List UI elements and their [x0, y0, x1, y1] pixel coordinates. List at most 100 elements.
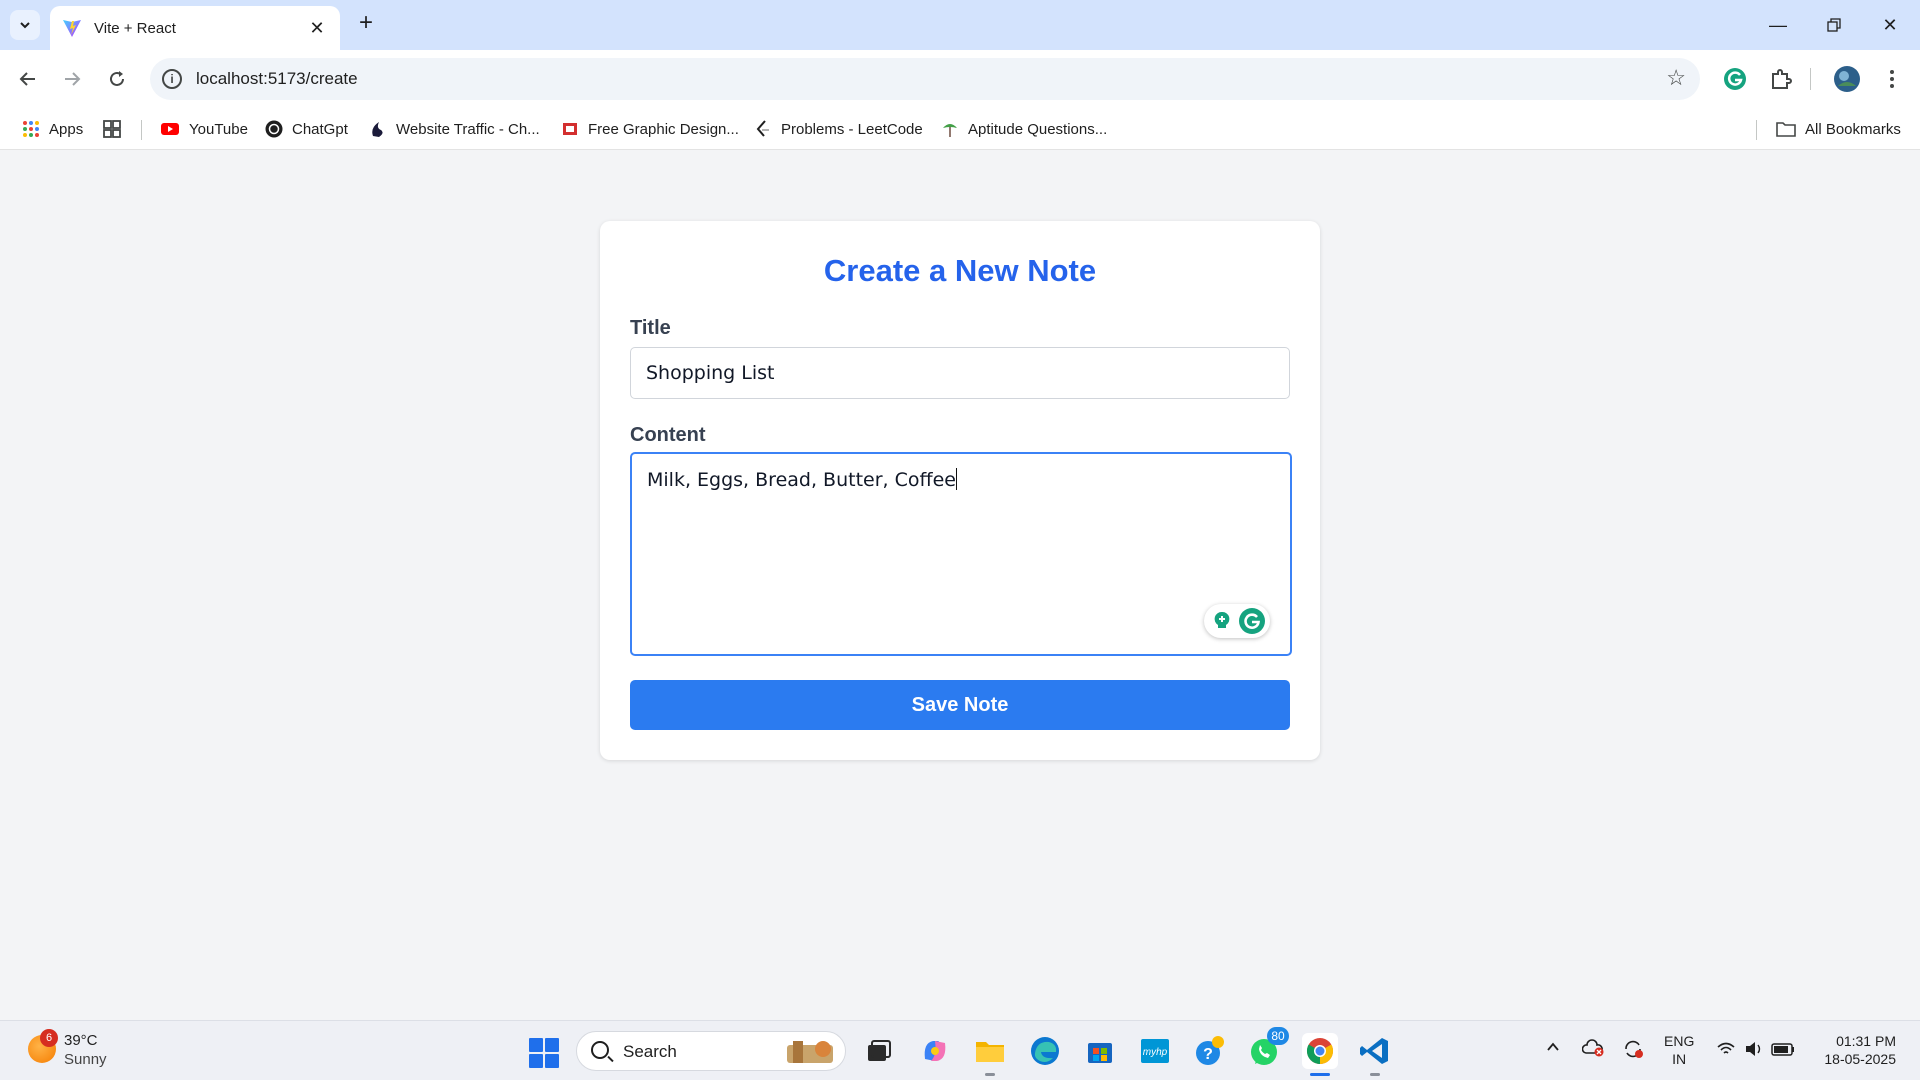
task-view-button[interactable]: [860, 1033, 896, 1069]
task-view-icon: [868, 1040, 891, 1061]
tab-search-button[interactable]: [10, 10, 40, 40]
browser-tab-active[interactable]: Vite + React ✕: [50, 6, 340, 50]
onedrive-tray[interactable]: [1581, 1039, 1604, 1062]
restore-icon: [1827, 18, 1841, 32]
myhp-app[interactable]: myhp: [1137, 1033, 1173, 1069]
clock-date: 18-05-2025: [1824, 1051, 1896, 1067]
apps-grid-icon: [23, 121, 39, 137]
file-explorer-app[interactable]: [972, 1033, 1008, 1069]
grammarly-suggest-icon[interactable]: [1210, 609, 1234, 633]
title-input[interactable]: Shopping List: [630, 347, 1290, 399]
bookmark-star-icon[interactable]: ☆: [1666, 65, 1686, 91]
forward-button[interactable]: [56, 63, 88, 95]
bookmark-divider: [1756, 120, 1757, 140]
address-bar[interactable]: i localhost:5173/create ☆: [150, 58, 1700, 100]
search-icon: [591, 1041, 609, 1059]
chrome-app[interactable]: [1302, 1033, 1338, 1069]
page-title: Create a New Note: [823, 253, 1097, 288]
tab-groups-button[interactable]: [103, 116, 130, 142]
taskbar-search[interactable]: Search: [576, 1031, 846, 1071]
content-textarea[interactable]: Milk, Eggs, Bread, Butter, Coffee: [630, 452, 1292, 656]
chevron-up-icon: [1547, 1042, 1559, 1051]
whatsapp-app[interactable]: 80: [1247, 1027, 1289, 1069]
arrow-left-icon: [19, 72, 35, 86]
cloud-error-icon: [1581, 1039, 1604, 1057]
vite-logo-icon: [63, 20, 81, 37]
extensions-puzzle-icon[interactable]: [1766, 64, 1796, 94]
tab-strip: Vite + React ✕ + — ✕: [0, 0, 1920, 50]
bookmark-label: ChatGpt: [292, 120, 348, 138]
restore-button[interactable]: [1814, 10, 1854, 40]
weather-temperature: 39°C: [64, 1032, 98, 1049]
reload-icon: [110, 71, 124, 86]
reload-button[interactable]: [101, 63, 133, 95]
similarweb-icon: [372, 122, 383, 137]
grammarly-logo-icon[interactable]: [1238, 607, 1266, 635]
back-button[interactable]: [12, 63, 44, 95]
bookmark-aptitude[interactable]: Aptitude Questions...: [941, 116, 1107, 142]
system-clock[interactable]: 01:31 PM 18-05-2025: [1812, 1032, 1896, 1068]
new-tab-button[interactable]: +: [352, 10, 380, 38]
bookmarks-bar: Apps YouTube ChatGpt Website Traffic - C…: [0, 108, 1920, 150]
wifi-volume-battery-icons: [1717, 1042, 1794, 1056]
tab-groups-icon: [103, 120, 121, 138]
copilot-app[interactable]: [917, 1033, 953, 1069]
site-info-icon[interactable]: i: [162, 69, 182, 89]
show-hidden-icons-button[interactable]: [1545, 1039, 1561, 1060]
aptitude-icon: [943, 124, 957, 137]
bookmark-chatgpt[interactable]: ChatGpt: [265, 116, 348, 142]
sync-icon: [1625, 1040, 1643, 1058]
url-text[interactable]: localhost:5173/create: [196, 69, 358, 89]
more-vertical-icon: [1890, 70, 1894, 88]
lang-region: IN: [1672, 1051, 1687, 1067]
edge-app[interactable]: [1027, 1033, 1063, 1069]
title-input-value: Shopping List: [646, 362, 775, 384]
vscode-app[interactable]: [1357, 1033, 1393, 1069]
youtube-icon: [161, 123, 179, 135]
all-bookmarks-label: All Bookmarks: [1805, 120, 1901, 138]
chatgpt-icon: [265, 120, 283, 138]
bookmark-label: YouTube: [189, 120, 248, 138]
grammarly-extension-icon[interactable]: [1720, 64, 1750, 94]
content-label: Content: [630, 424, 706, 446]
grammarly-widget[interactable]: [1204, 604, 1270, 638]
lang-code: ENG: [1664, 1033, 1695, 1049]
tab-close-icon[interactable]: ✕: [306, 18, 328, 39]
bookmark-graphic-design[interactable]: Free Graphic Design...: [561, 116, 739, 142]
vscode-icon: [1360, 1038, 1388, 1064]
weather-notification-badge: 6: [40, 1029, 58, 1047]
content-textarea-value: Milk, Eggs, Bread, Butter, Coffee: [647, 469, 956, 491]
folder-icon: [976, 1042, 1004, 1062]
bookmark-label: Aptitude Questions...: [968, 120, 1108, 138]
myhp-icon: myhp: [1141, 1039, 1169, 1063]
bookmark-divider: [141, 120, 142, 140]
tab-title: Vite + React: [94, 19, 176, 37]
save-note-button[interactable]: Save Note: [630, 680, 1290, 730]
get-help-app[interactable]: ?: [1192, 1033, 1228, 1069]
create-note-card: Create a New Note Title Shopping List Co…: [600, 221, 1320, 760]
chrome-menu-button[interactable]: [1876, 63, 1908, 95]
active-indicator: [1310, 1073, 1330, 1076]
graphic-design-icon: [563, 123, 577, 135]
folder-icon: [1776, 122, 1796, 137]
help-icon: ?: [1196, 1036, 1224, 1065]
running-indicator: [985, 1073, 995, 1076]
edge-icon: [1031, 1037, 1059, 1065]
microsoft-store-app[interactable]: [1082, 1033, 1118, 1069]
start-button[interactable]: [529, 1038, 559, 1068]
bookmark-youtube[interactable]: YouTube: [160, 116, 248, 142]
minimize-button[interactable]: —: [1758, 10, 1798, 40]
sync-tray[interactable]: [1622, 1039, 1644, 1064]
running-indicator: [1370, 1073, 1380, 1076]
profile-avatar-icon[interactable]: [1832, 64, 1862, 94]
bookmark-leetcode[interactable]: Problems - LeetCode: [754, 116, 923, 142]
store-icon: [1088, 1043, 1112, 1063]
bookmark-apps[interactable]: Apps: [22, 116, 83, 142]
all-bookmarks-button[interactable]: All Bookmarks: [1776, 116, 1901, 142]
chrome-icon: [1306, 1038, 1334, 1065]
bookmark-website-traffic[interactable]: Website Traffic - Ch...: [369, 116, 540, 142]
input-language-indicator[interactable]: ENG IN: [1664, 1032, 1694, 1068]
close-window-button[interactable]: ✕: [1870, 10, 1910, 40]
network-volume-battery-tray[interactable]: [1716, 1039, 1796, 1064]
clock-time: 01:31 PM: [1836, 1033, 1896, 1049]
